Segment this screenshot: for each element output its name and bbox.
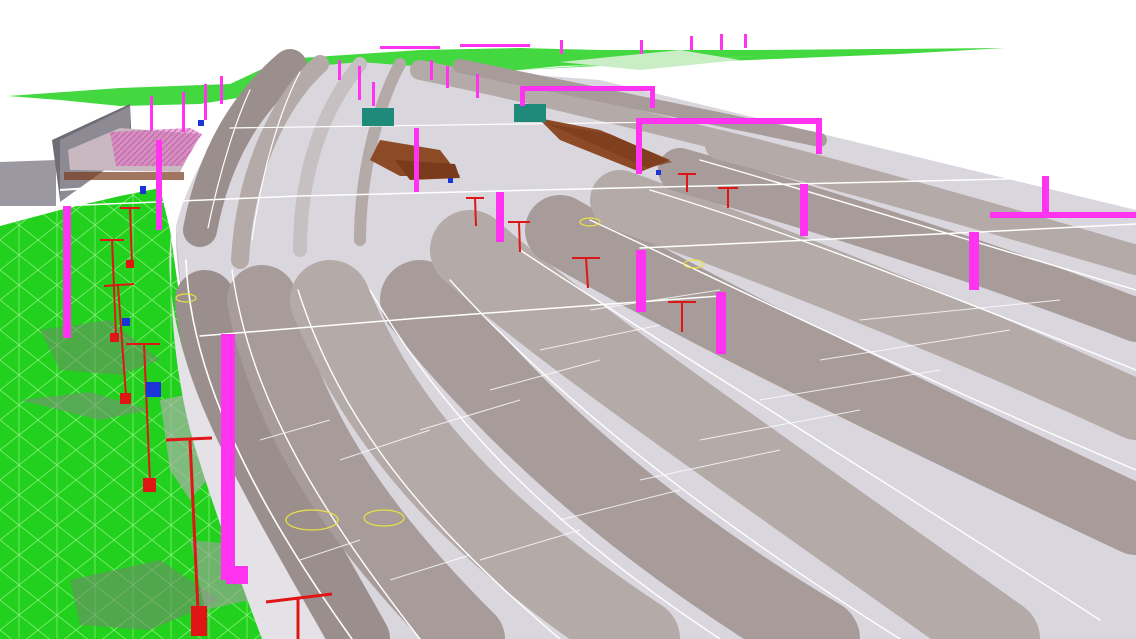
catenary-pole — [63, 206, 71, 338]
catenary-pole — [520, 86, 525, 106]
marker — [198, 120, 204, 126]
marker — [140, 186, 146, 194]
catenary-pole — [636, 250, 646, 312]
marker — [448, 178, 453, 183]
catenary-pole — [414, 128, 419, 192]
equipment-box — [514, 104, 546, 122]
catenary-pole — [496, 192, 504, 242]
marker — [146, 382, 161, 397]
catenary-portal — [520, 86, 654, 91]
catenary-pole — [1042, 176, 1049, 212]
catenary-portal — [636, 118, 822, 124]
marker — [656, 170, 661, 175]
catenary-pole — [716, 292, 726, 354]
catenary-pole — [816, 118, 822, 154]
catenary-pole — [636, 118, 642, 174]
marker — [122, 318, 130, 326]
catenary-pole — [156, 140, 162, 230]
catenary-pole — [969, 232, 979, 290]
catenary-pole — [650, 86, 655, 108]
catenary-pole — [800, 184, 808, 236]
equipment-box — [362, 108, 394, 126]
catenary-pole-base — [226, 566, 248, 584]
catenary-pole — [221, 334, 235, 580]
catenary-portal — [990, 212, 1136, 218]
rail-bim-scene — [0, 0, 1136, 639]
